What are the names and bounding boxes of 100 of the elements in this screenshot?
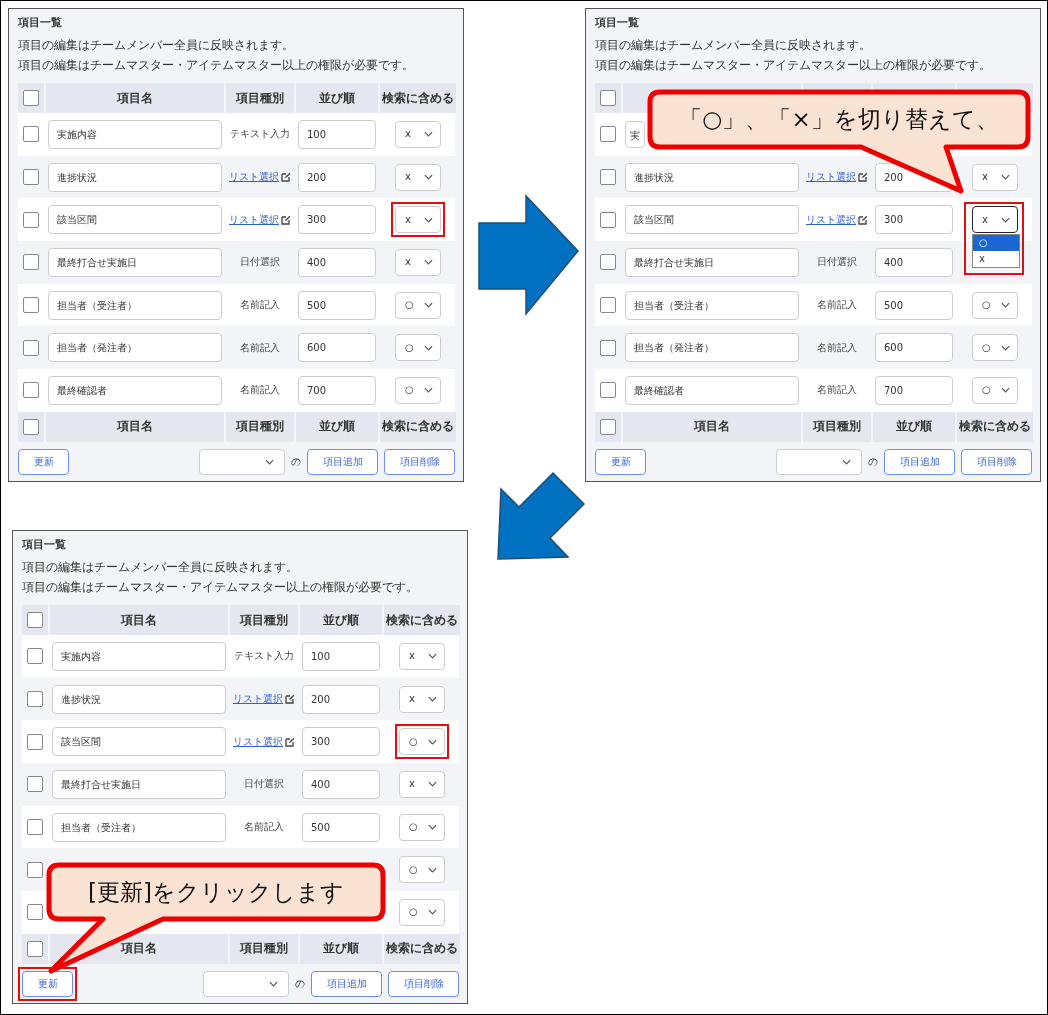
search-select[interactable]: x — [395, 206, 441, 234]
name-field[interactable]: 最終確認者 — [48, 375, 222, 405]
checkbox[interactable] — [27, 691, 43, 708]
name-field[interactable]: 実施内容 — [48, 119, 222, 149]
search-select[interactable]: ○ — [395, 376, 441, 404]
search-select[interactable]: x — [399, 642, 445, 670]
add-item-button[interactable]: 項目追加 — [311, 970, 382, 997]
name-field[interactable]: 該当区間 — [52, 727, 226, 757]
checkbox[interactable] — [23, 339, 39, 356]
checkbox[interactable] — [23, 169, 39, 186]
checkbox[interactable] — [27, 648, 43, 665]
checkbox[interactable] — [23, 211, 39, 228]
name-field[interactable]: 該当区間 — [625, 205, 799, 235]
list-select-link[interactable]: リスト選択 — [806, 212, 856, 227]
checkbox[interactable] — [23, 90, 39, 106]
order-field[interactable]: 500 — [298, 290, 376, 320]
name-field[interactable]: 実 — [625, 120, 645, 148]
checkbox[interactable] — [600, 339, 616, 356]
edit-icon[interactable] — [285, 736, 295, 747]
order-field[interactable]: 300 — [875, 205, 953, 235]
checkbox[interactable] — [600, 297, 616, 314]
order-field[interactable]: 700 — [298, 375, 376, 405]
checkbox[interactable] — [27, 819, 43, 836]
list-select-link[interactable]: リスト選択 — [233, 734, 283, 749]
checkbox[interactable] — [600, 169, 616, 186]
order-field[interactable]: 400 — [302, 769, 380, 799]
update-button[interactable]: 更新 — [22, 970, 73, 997]
edit-icon[interactable] — [281, 214, 291, 225]
search-select[interactable]: ○ — [972, 291, 1018, 319]
add-item-button[interactable]: 項目追加 — [884, 448, 955, 475]
search-select[interactable]: ○ — [395, 291, 441, 319]
search-select[interactable]: x — [395, 248, 441, 276]
search-select[interactable]: ○ — [395, 334, 441, 362]
search-select[interactable]: ○ — [972, 334, 1018, 362]
search-select[interactable]: ○ — [972, 376, 1018, 404]
name-field[interactable]: 担当者（発注者） — [625, 333, 799, 363]
name-field[interactable]: 担当者（発注者） — [48, 333, 222, 363]
checkbox[interactable] — [23, 382, 39, 399]
search-select[interactable]: x — [395, 120, 441, 148]
checkbox[interactable] — [23, 254, 39, 271]
dropdown-option[interactable]: ○ — [973, 235, 1019, 252]
name-field[interactable]: 実施内容 — [52, 641, 226, 671]
name-field[interactable]: 進捗状況 — [625, 162, 799, 192]
list-select-link[interactable]: リスト選択 — [806, 170, 856, 185]
checkbox[interactable] — [27, 733, 43, 750]
delete-item-button[interactable]: 項目削除 — [961, 448, 1032, 475]
checkbox[interactable] — [600, 211, 616, 228]
search-select[interactable]: x — [399, 770, 445, 798]
order-field[interactable]: 400 — [298, 247, 376, 277]
order-field[interactable]: 600 — [298, 333, 376, 363]
edit-icon[interactable] — [285, 694, 295, 705]
name-field[interactable]: 担当者（受注者） — [625, 290, 799, 320]
search-select[interactable]: x — [395, 163, 441, 191]
checkbox[interactable] — [27, 904, 43, 921]
order-field[interactable]: 300 — [298, 205, 376, 235]
list-select-link[interactable]: リスト選択 — [229, 170, 279, 185]
search-select[interactable]: ○ — [399, 813, 445, 841]
add-item-button[interactable]: 項目追加 — [307, 448, 378, 475]
name-field[interactable]: 担当者（受注者） — [52, 812, 226, 842]
name-field[interactable]: 該当区間 — [48, 205, 222, 235]
name-field[interactable]: 最終打合せ実施日 — [48, 247, 222, 277]
name-field[interactable]: 最終打合せ実施日 — [625, 247, 799, 277]
checkbox[interactable] — [600, 418, 616, 435]
update-button[interactable]: 更新 — [18, 448, 69, 475]
checkbox[interactable] — [27, 612, 43, 628]
search-select[interactable]: ○ — [399, 856, 445, 884]
edit-icon[interactable] — [858, 214, 868, 225]
name-field[interactable]: 進捗状況 — [52, 684, 226, 714]
update-button[interactable]: 更新 — [595, 448, 646, 475]
order-field[interactable]: 200 — [302, 684, 380, 714]
order-field[interactable]: 500 — [875, 290, 953, 320]
name-field[interactable]: 最終打合せ実施日 — [52, 769, 226, 799]
order-field[interactable]: 100 — [302, 641, 380, 671]
order-field[interactable]: 500 — [302, 812, 380, 842]
checkbox[interactable] — [23, 418, 39, 435]
checkbox[interactable] — [600, 126, 616, 143]
checkbox[interactable] — [27, 861, 43, 878]
order-field[interactable]: 200 — [298, 162, 376, 192]
order-field[interactable]: 700 — [875, 375, 953, 405]
name-field[interactable]: 進捗状況 — [48, 162, 222, 192]
checkbox[interactable] — [600, 382, 616, 399]
checkbox[interactable] — [23, 126, 39, 143]
checkbox[interactable] — [600, 90, 616, 106]
order-field[interactable]: 100 — [298, 119, 376, 149]
list-select-link[interactable]: リスト選択 — [229, 212, 279, 227]
checkbox[interactable] — [23, 297, 39, 314]
delete-item-button[interactable]: 項目削除 — [388, 970, 459, 997]
edit-icon[interactable] — [858, 172, 868, 183]
name-field[interactable]: 最終確認者 — [625, 375, 799, 405]
order-field[interactable]: 400 — [875, 247, 953, 277]
search-select[interactable]: x — [972, 206, 1018, 234]
checkbox[interactable] — [27, 940, 43, 957]
order-field[interactable]: 600 — [875, 333, 953, 363]
checkbox[interactable] — [600, 254, 616, 271]
checkbox[interactable] — [27, 776, 43, 793]
name-field[interactable]: 担当者（受注者） — [48, 290, 222, 320]
edit-icon[interactable] — [281, 172, 291, 183]
search-select[interactable]: x — [399, 685, 445, 713]
delete-item-button[interactable]: 項目削除 — [384, 448, 455, 475]
list-select-link[interactable]: リスト選択 — [233, 692, 283, 707]
